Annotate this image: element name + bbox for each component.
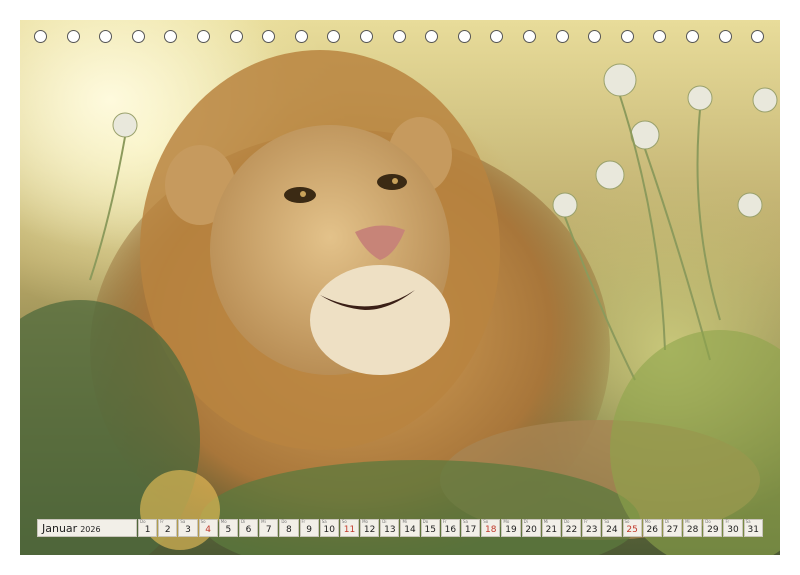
- day-number: 4: [205, 525, 212, 535]
- day-cell: Di 20: [521, 519, 541, 537]
- month-name: Januar: [42, 522, 78, 535]
- day-cell: Sa 17: [461, 519, 481, 537]
- day-number: 27: [666, 525, 679, 535]
- day-number: 25: [626, 525, 638, 535]
- day-number: 16: [444, 525, 457, 535]
- lion-photo: [20, 20, 780, 555]
- day-number: 7: [265, 525, 272, 535]
- day-cell: Mo 5: [218, 519, 238, 537]
- day-number: 23: [585, 525, 598, 535]
- binding-hole: [490, 30, 504, 43]
- day-cell: Fr 23: [582, 519, 602, 537]
- binding-hole: [653, 30, 667, 43]
- day-number: 24: [606, 525, 618, 535]
- binding-hole: [392, 30, 406, 43]
- day-cells: Do 1 Fr 2 Sa 3 So 4 Mo 5 Di 6 Mi 7 Do 8 Fr 9 Sa 10 So 11 Mo 12 D…: [137, 519, 763, 537]
- binding-hole: [262, 30, 276, 43]
- binding-hole: [66, 30, 80, 43]
- day-number: 19: [505, 525, 517, 535]
- binding-hole: [197, 30, 210, 43]
- day-cell: Di 27: [662, 519, 683, 537]
- day-cell: Mi 14: [400, 519, 420, 537]
- day-number: 2: [164, 525, 171, 535]
- day-number: 15: [424, 525, 436, 535]
- day-cell: So 11: [339, 519, 360, 537]
- day-cell: Sa 31: [743, 519, 763, 537]
- day-cell: Do 29: [703, 519, 723, 537]
- day-number: 6: [245, 525, 252, 535]
- day-cell: So 4: [198, 519, 218, 537]
- binding-hole: [425, 30, 439, 43]
- binding-hole: [360, 30, 373, 43]
- day-number: 18: [485, 525, 497, 535]
- day-number: 13: [384, 525, 396, 535]
- binding-hole: [294, 30, 308, 43]
- binding-holes: [0, 30, 800, 48]
- day-cell: Sa 24: [602, 519, 622, 537]
- binding-hole: [34, 30, 47, 43]
- binding-hole: [523, 30, 536, 43]
- day-number: 9: [306, 525, 312, 535]
- binding-hole: [686, 30, 699, 43]
- binding-hole: [99, 30, 113, 43]
- binding-hole: [131, 30, 145, 43]
- day-cell: So 18: [481, 519, 501, 537]
- day-cell: Mi 7: [259, 519, 279, 537]
- day-number: 5: [225, 525, 232, 535]
- day-cell: Do 22: [561, 519, 582, 537]
- day-cell: Di 6: [238, 519, 259, 537]
- day-cell: Fr 9: [299, 519, 319, 537]
- day-number: 20: [525, 525, 537, 535]
- day-cell: Fr 2: [158, 519, 178, 537]
- binding-hole: [620, 30, 634, 43]
- day-number: 8: [286, 525, 292, 535]
- day-cell: Do 8: [279, 519, 299, 537]
- day-number: 31: [747, 525, 759, 535]
- calendar-strip: Januar 2026 Do 1 Fr 2 Sa 3 So 4 Mo 5 Di 6 Mi 7 Do 8 Fr 9 Sa…: [37, 519, 763, 537]
- binding-hole: [327, 30, 341, 43]
- day-cell: Mi 28: [683, 519, 703, 537]
- day-number: 29: [707, 525, 719, 535]
- day-number: 14: [404, 525, 416, 535]
- binding-hole: [555, 30, 569, 43]
- binding-hole: [751, 30, 765, 43]
- binding-hole: [229, 30, 243, 43]
- day-cell: Di 13: [380, 519, 400, 537]
- day-cell: Fr 30: [723, 519, 743, 537]
- day-number: 22: [565, 525, 578, 535]
- day-cell: Mo 26: [642, 519, 662, 537]
- day-number: 21: [545, 525, 558, 535]
- day-number: 10: [323, 525, 335, 535]
- lion-illustration: [20, 20, 780, 555]
- day-number: 17: [464, 525, 477, 535]
- day-number: 12: [363, 525, 376, 535]
- month-year: 2026: [80, 525, 101, 534]
- day-number: 3: [185, 525, 191, 535]
- month-label: Januar 2026: [37, 519, 137, 537]
- day-cell: Mi 21: [541, 519, 561, 537]
- day-cell: Mo 12: [360, 519, 380, 537]
- day-number: 26: [646, 525, 658, 535]
- binding-hole: [588, 30, 602, 43]
- day-number: 28: [686, 525, 699, 535]
- binding-hole: [718, 30, 732, 43]
- day-cell: Sa 3: [178, 519, 198, 537]
- day-cell: Fr 16: [440, 519, 460, 537]
- day-cell: Sa 10: [319, 519, 339, 537]
- day-number: 1: [144, 525, 151, 535]
- binding-hole: [457, 30, 471, 43]
- day-number: 11: [343, 525, 356, 535]
- day-cell: Do 15: [420, 519, 440, 537]
- day-cell: Mo 19: [501, 519, 521, 537]
- day-number: 30: [727, 525, 739, 535]
- binding-hole: [164, 30, 178, 43]
- day-cell: So 25: [622, 519, 642, 537]
- day-cell: Do 1: [138, 519, 158, 537]
